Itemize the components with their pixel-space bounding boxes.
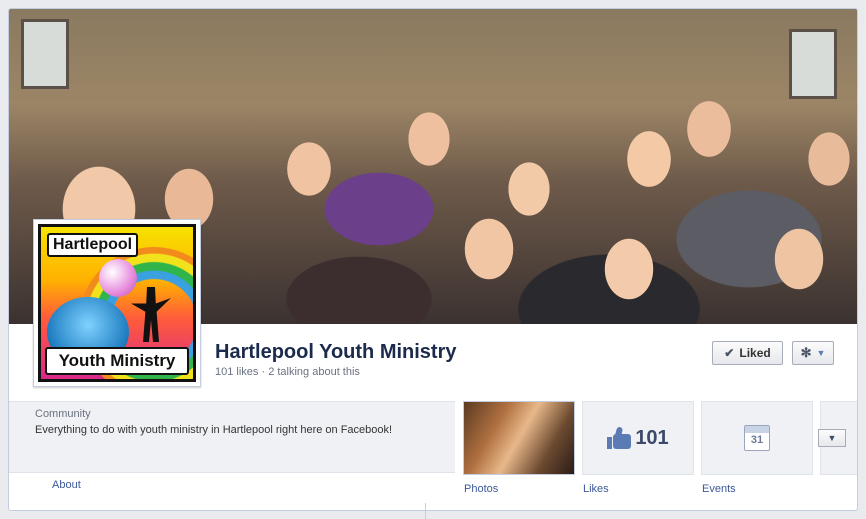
page-stats: 101 likes · 2 talking about this: [215, 366, 360, 378]
photos-tile[interactable]: [463, 401, 575, 475]
column-divider: [425, 503, 426, 519]
cover-window: [21, 19, 69, 89]
calendar-icon: 31: [744, 425, 770, 451]
profile-logo: Hartlepool Youth Ministry: [38, 224, 196, 382]
logo-subtitle: Youth Ministry: [45, 347, 189, 375]
page-description: Everything to do with youth ministry in …: [35, 424, 393, 436]
cover-window: [789, 29, 837, 99]
calendar-day: 31: [750, 434, 764, 446]
page-category: Community: [35, 408, 91, 420]
events-tile[interactable]: 31: [701, 401, 813, 475]
page-title[interactable]: Hartlepool Youth Ministry: [215, 341, 457, 364]
facebook-page: Hartlepool Youth Ministry Hartlepool You…: [8, 8, 858, 511]
profile-picture[interactable]: Hartlepool Youth Ministry: [33, 219, 201, 387]
photos-link[interactable]: Photos: [464, 483, 498, 495]
likes-tile[interactable]: 101: [582, 401, 694, 475]
thumbs-up-icon: [607, 426, 632, 449]
likes-count: 101: [635, 426, 669, 449]
likes-link[interactable]: Likes: [583, 483, 609, 495]
events-link[interactable]: Events: [702, 483, 736, 495]
chevron-down-icon: ▼: [816, 348, 826, 358]
check-icon: ✔: [724, 346, 735, 360]
liked-label: Liked: [739, 346, 771, 360]
chevron-down-icon: ▼: [827, 433, 837, 443]
about-link[interactable]: About: [52, 479, 81, 491]
settings-button[interactable]: ✻ ▼: [792, 341, 834, 365]
orb-graphic: [99, 259, 137, 297]
gear-icon: ✻: [800, 345, 812, 360]
about-box[interactable]: Community Everything to do with youth mi…: [9, 401, 455, 473]
more-apps-button[interactable]: ▼: [818, 429, 846, 447]
liked-button[interactable]: ✔ Liked: [712, 341, 783, 365]
logo-title: Hartlepool: [47, 233, 139, 257]
